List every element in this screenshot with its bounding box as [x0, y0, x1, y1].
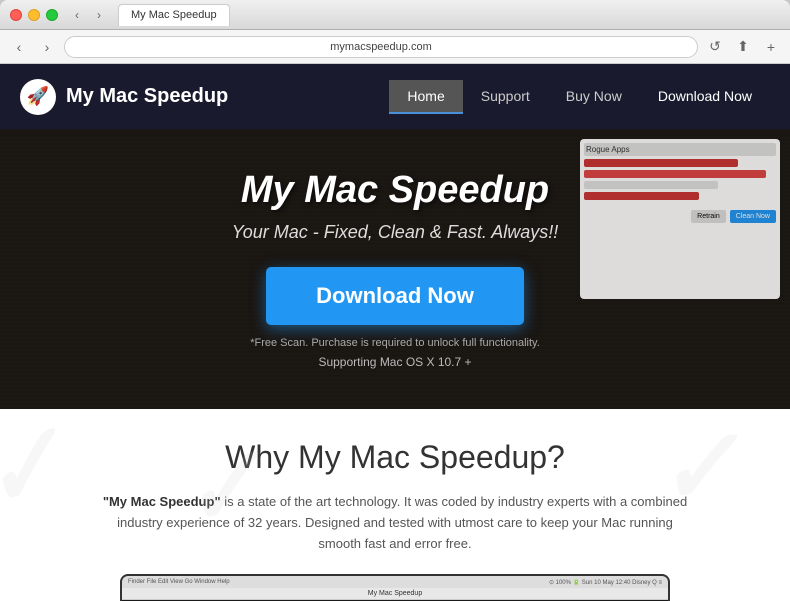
- screenshot-header: Rogue Apps: [584, 143, 776, 156]
- site-navigation: 🚀 My Mac Speedup Home Support Buy Now Do…: [0, 64, 790, 129]
- app-top-bar: Finder File Edit View Go Window Help ⊙ 1…: [122, 576, 668, 588]
- toolbar-forward[interactable]: ›: [36, 36, 58, 58]
- logo-icon: 🚀: [20, 79, 56, 115]
- nav-link-download[interactable]: Download Now: [640, 80, 770, 114]
- bar-chart-3: [584, 181, 718, 189]
- hero-screenshot-overlay: Rogue Apps Retrain Clean Now: [580, 139, 780, 299]
- logo-rocket-icon: 🚀: [27, 86, 49, 107]
- site-logo: 🚀 My Mac Speedup: [20, 79, 228, 115]
- browser-window: ‹ › My Mac Speedup ‹ › mymacspeedup.com …: [0, 0, 790, 64]
- browser-tab[interactable]: My Mac Speedup: [118, 4, 230, 26]
- bar-chart-4: [584, 192, 699, 200]
- traffic-lights: [10, 9, 58, 21]
- refresh-button[interactable]: ↺: [704, 36, 726, 58]
- minimize-button[interactable]: [28, 9, 40, 21]
- tab-title: My Mac Speedup: [131, 9, 217, 21]
- app-screenshot: Finder File Edit View Go Window Help ⊙ 1…: [120, 574, 670, 601]
- nav-link-buy[interactable]: Buy Now: [548, 80, 640, 114]
- website-content: 🚀 My Mac Speedup Home Support Buy Now Do…: [0, 64, 790, 601]
- hero-subtitle: Your Mac - Fixed, Clean & Fast. Always!!: [232, 222, 558, 243]
- brand-name: "My Mac Speedup": [103, 494, 221, 509]
- bar-chart-1: [584, 159, 738, 167]
- app-title-bar: My Mac Speedup: [122, 588, 668, 600]
- add-tab-button[interactable]: +: [760, 36, 782, 58]
- why-description: "My Mac Speedup" is a state of the art t…: [95, 492, 695, 554]
- browser-titlebar: ‹ › My Mac Speedup: [0, 0, 790, 30]
- status-bar-icons: ⊙ 100% 🔋 Sun 10 May 12:40 Disney Q ≡: [549, 579, 662, 586]
- forward-button[interactable]: ›: [90, 6, 108, 24]
- back-button[interactable]: ‹: [68, 6, 86, 24]
- browser-nav-buttons: ‹ ›: [68, 6, 108, 24]
- retrain-btn: Retrain: [691, 210, 726, 223]
- why-title: Why My Mac Speedup?: [60, 439, 730, 476]
- address-bar[interactable]: mymacspeedup.com: [64, 36, 698, 58]
- app-screenshot-container: Finder File Edit View Go Window Help ⊙ 1…: [60, 574, 730, 601]
- nav-links: Home Support Buy Now Download Now: [389, 80, 770, 114]
- maximize-button[interactable]: [46, 9, 58, 21]
- browser-toolbar: ‹ › mymacspeedup.com ↺ ⬆ +: [0, 30, 790, 64]
- toolbar-back[interactable]: ‹: [8, 36, 30, 58]
- hero-support-text: Supporting Mac OS X 10.7 +: [232, 355, 558, 369]
- hero-section: Rogue Apps Retrain Clean Now My Mac Spee…: [0, 129, 790, 409]
- nav-link-support[interactable]: Support: [463, 80, 548, 114]
- url-text: mymacspeedup.com: [330, 41, 432, 53]
- screenshot-inner: Rogue Apps Retrain Clean Now: [580, 139, 780, 299]
- close-button[interactable]: [10, 9, 22, 21]
- why-section: ✓ ✓ ✓ Why My Mac Speedup? "My Mac Speedu…: [0, 409, 790, 601]
- hero-title: My Mac Speedup: [232, 169, 558, 212]
- download-now-button[interactable]: Download Now: [266, 267, 524, 325]
- bar-chart-2: [584, 170, 766, 178]
- share-button[interactable]: ⬆: [732, 36, 754, 58]
- logo-text: My Mac Speedup: [66, 85, 228, 108]
- tab-bar: My Mac Speedup: [118, 4, 780, 26]
- finder-label: Finder File Edit View Go Window Help: [128, 579, 230, 585]
- hero-content: My Mac Speedup Your Mac - Fixed, Clean &…: [232, 169, 558, 369]
- screenshot-buttons: Retrain Clean Now: [584, 210, 776, 223]
- app-title-text: My Mac Speedup: [368, 590, 422, 597]
- nav-link-home[interactable]: Home: [389, 80, 462, 114]
- clean-now-btn-overlay: Clean Now: [730, 210, 776, 223]
- hero-note: *Free Scan. Purchase is required to unlo…: [232, 337, 558, 349]
